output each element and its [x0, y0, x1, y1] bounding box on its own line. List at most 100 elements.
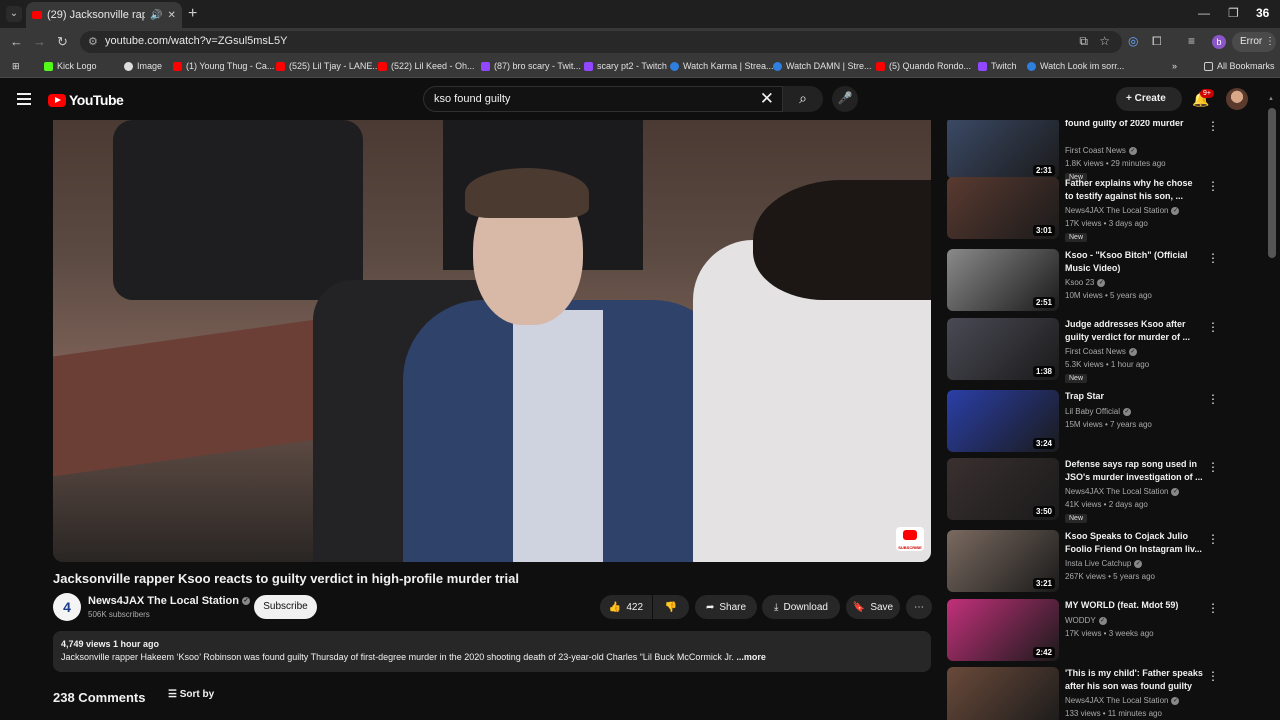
bookmark-item[interactable]: Twitch: [978, 61, 1017, 71]
bookmark-item[interactable]: scary pt2 - Twitch: [584, 61, 667, 71]
video-options-icon[interactable]: ⋮: [1207, 251, 1219, 265]
related-video-channel[interactable]: Insta Live Catchup ✓: [1065, 559, 1143, 568]
related-video-channel[interactable]: News4JAX The Local Station ✓: [1065, 696, 1180, 705]
youtube-logo[interactable]: YouTube: [48, 92, 124, 108]
video-thumbnail[interactable]: 2:31: [947, 120, 1059, 179]
related-video-card[interactable]: 1:38 Judge addresses Ksoo after guilty ve…: [947, 318, 1267, 384]
profile-avatar[interactable]: b: [1212, 35, 1226, 49]
site-info-icon[interactable]: ⚙: [88, 35, 98, 48]
minimize-icon[interactable]: —: [1198, 6, 1210, 20]
video-options-icon[interactable]: ⋮: [1207, 179, 1219, 193]
dislike-button[interactable]: 👎: [653, 595, 689, 619]
related-video-card[interactable]: 3:01 Father explains why he chose to test…: [947, 177, 1267, 243]
video-player[interactable]: SUBSCRIBE: [53, 120, 931, 562]
video-options-icon[interactable]: ⋮: [1207, 392, 1219, 406]
related-video-title[interactable]: 'This is my child': Father speaks after …: [1065, 667, 1203, 693]
video-thumbnail[interactable]: 2:42: [947, 599, 1059, 661]
related-video-card[interactable]: 2:31 found guilty of 2020 murder First Coa…: [947, 120, 1267, 183]
extension-icon[interactable]: ◎: [1128, 34, 1138, 48]
new-tab-button[interactable]: +: [188, 5, 197, 23]
video-options-icon[interactable]: ⋮: [1207, 669, 1219, 683]
browser-tab[interactable]: (29) Jacksonville rapper Ksoo 🔊 ✕: [26, 2, 182, 28]
video-thumbnail[interactable]: [947, 667, 1059, 720]
related-video-channel[interactable]: WODDY ✓: [1065, 616, 1107, 625]
share-button[interactable]: ➦ Share: [695, 595, 757, 619]
related-video-title[interactable]: Defense says rap song used in JSO's murd…: [1065, 458, 1203, 484]
tab-search-chevron-icon[interactable]: ⌄: [6, 6, 22, 22]
save-button[interactable]: 🔖 Save: [846, 595, 900, 619]
video-thumbnail[interactable]: 3:24: [947, 390, 1059, 452]
related-video-title[interactable]: Ksoo Speaks to Cojack Julio Foolio Frien…: [1065, 530, 1203, 556]
more-actions-icon[interactable]: ⋯: [906, 595, 932, 619]
related-video-card[interactable]: 2:42 MY WORLD (feat. Mdot 59) WODDY ✓ 17K vi…: [947, 599, 1267, 665]
related-video-channel[interactable]: First Coast News ✓: [1065, 347, 1137, 356]
related-video-channel[interactable]: News4JAX The Local Station ✓: [1065, 487, 1180, 496]
search-input[interactable]: kso found guilty ✕: [423, 86, 783, 112]
bookmark-item[interactable]: (87) bro scary - Twit...: [481, 61, 581, 71]
bookmark-star-icon[interactable]: ☆: [1099, 34, 1110, 48]
clear-search-icon[interactable]: ✕: [760, 89, 774, 109]
related-video-title[interactable]: Father explains why he chose to testify …: [1065, 177, 1203, 203]
voice-search-mic-icon[interactable]: 🎤: [832, 86, 858, 112]
address-bar[interactable]: ⚙ youtube.com/watch?v=ZGsul5msL5Y ⧉ ☆: [80, 31, 1122, 53]
sort-comments-button[interactable]: ☰ Sort by: [168, 689, 214, 700]
user-avatar[interactable]: [1226, 88, 1248, 110]
bookmark-item[interactable]: Kick Logo: [44, 61, 97, 71]
scrollbar-thumb[interactable]: [1268, 108, 1276, 258]
related-video-card[interactable]: 2:51 Ksoo - "Ksoo Bitch" (Official Music …: [947, 249, 1267, 315]
show-more-link[interactable]: ...more: [736, 652, 766, 662]
bookmark-item[interactable]: (525) Lil Tjay - LANE...: [276, 61, 380, 71]
menu-hamburger-icon[interactable]: [17, 93, 31, 108]
bookmark-item[interactable]: Image: [124, 61, 162, 71]
related-video-title[interactable]: MY WORLD (feat. Mdot 59): [1065, 599, 1203, 612]
install-app-icon[interactable]: ⧉: [1079, 34, 1088, 49]
description-box[interactable]: 4,749 views 1 hour ago Jacksonville rapp…: [53, 631, 931, 672]
puzzle-extensions-icon[interactable]: ⧠: [1152, 34, 1162, 49]
channel-avatar[interactable]: 4: [53, 593, 81, 621]
related-video-channel[interactable]: First Coast News ✓: [1065, 146, 1137, 155]
video-thumbnail[interactable]: 3:01: [947, 177, 1059, 239]
all-bookmarks[interactable]: All Bookmarks: [1204, 61, 1275, 71]
back-arrow-icon[interactable]: ←: [10, 34, 23, 49]
forward-arrow-icon[interactable]: →: [33, 34, 46, 49]
related-video-channel[interactable]: News4JAX The Local Station ✓: [1065, 206, 1180, 215]
video-options-icon[interactable]: ⋮: [1207, 460, 1219, 474]
tab-close-icon[interactable]: ✕: [167, 10, 175, 21]
video-thumbnail[interactable]: 2:51: [947, 249, 1059, 311]
related-video-title[interactable]: found guilty of 2020 murder: [1065, 120, 1203, 130]
related-video-card[interactable]: 3:24 Trap Star Lil Baby Official ✓ 15M views…: [947, 390, 1267, 456]
bookmark-item[interactable]: Watch Look im sorr...: [1027, 61, 1124, 71]
download-button[interactable]: ⤓ Download: [762, 595, 840, 619]
related-video-card[interactable]: 'This is my child': Father speaks after …: [947, 667, 1267, 720]
subscribe-watermark-icon[interactable]: SUBSCRIBE: [896, 527, 924, 551]
bookmark-item[interactable]: Watch Karma | Strea...: [670, 61, 774, 71]
bookmark-item[interactable]: (1) Young Thug - Ca...: [173, 61, 274, 71]
related-video-card[interactable]: 3:50 Defense says rap song used in JSO's …: [947, 458, 1267, 524]
video-thumbnail[interactable]: 3:50: [947, 458, 1059, 520]
speaker-icon[interactable]: 🔊: [150, 10, 162, 21]
like-button[interactable]: 👍 422: [600, 595, 652, 619]
related-video-channel[interactable]: Ksoo 23 ✓: [1065, 278, 1106, 287]
subscribe-button[interactable]: Subscribe: [254, 595, 317, 619]
video-options-icon[interactable]: ⋮: [1207, 532, 1219, 546]
related-video-card[interactable]: 3:21 Ksoo Speaks to Cojack Julio Foolio F…: [947, 530, 1267, 596]
related-video-title[interactable]: Judge addresses Ksoo after guilty verdic…: [1065, 318, 1203, 344]
error-button[interactable]: Error ⋮: [1232, 32, 1276, 52]
apps-grid-icon[interactable]: ⊞: [12, 61, 20, 72]
video-options-icon[interactable]: ⋮: [1207, 601, 1219, 615]
search-button[interactable]: ⌕: [783, 86, 823, 112]
video-options-icon[interactable]: ⋮: [1207, 120, 1219, 133]
create-button[interactable]: + Create: [1116, 87, 1182, 111]
video-options-icon[interactable]: ⋮: [1207, 320, 1219, 334]
reload-icon[interactable]: ↻: [57, 34, 68, 50]
channel-name[interactable]: News4JAX The Local Station ✓: [88, 595, 250, 607]
related-video-title[interactable]: Trap Star: [1065, 390, 1203, 403]
bookmarks-overflow-icon[interactable]: »: [1172, 61, 1177, 71]
related-video-channel[interactable]: Lil Baby Official ✓: [1065, 407, 1131, 416]
related-video-title[interactable]: Ksoo - "Ksoo Bitch" (Official Music Vide…: [1065, 249, 1203, 275]
scroll-up-arrow-icon[interactable]: ▲: [1268, 96, 1274, 102]
video-thumbnail[interactable]: 1:38: [947, 318, 1059, 380]
media-control-icon[interactable]: ≡: [1188, 34, 1195, 48]
video-thumbnail[interactable]: 3:21: [947, 530, 1059, 592]
bookmark-item[interactable]: (5) Quando Rondo...: [876, 61, 971, 71]
